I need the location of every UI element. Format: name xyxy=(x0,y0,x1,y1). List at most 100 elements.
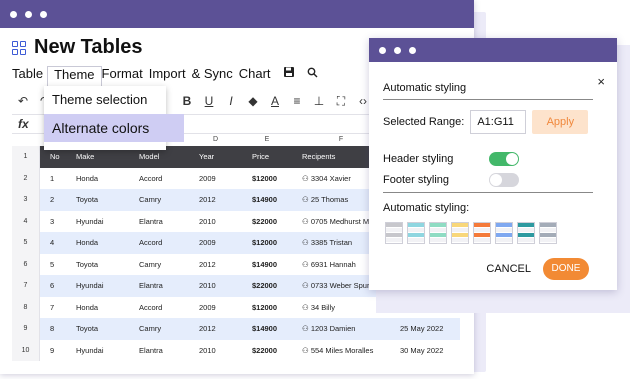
header-cell[interactable]: No xyxy=(40,152,66,161)
footer-styling-toggle[interactable] xyxy=(489,173,519,187)
close-icon[interactable]: × xyxy=(597,74,605,89)
fill-color-icon[interactable]: ◆ xyxy=(242,94,264,108)
menu-import[interactable]: Import xyxy=(149,66,192,86)
table-cell[interactable]: 2010 xyxy=(189,346,242,355)
style-swatch[interactable] xyxy=(429,222,447,244)
table-cell[interactable]: 8 xyxy=(40,324,66,333)
table-cell[interactable]: $22000 xyxy=(242,281,292,290)
table-cell[interactable]: 2010 xyxy=(189,281,242,290)
apply-button[interactable]: Apply xyxy=(532,110,589,134)
style-swatch[interactable] xyxy=(495,222,513,244)
search-icon[interactable] xyxy=(301,66,324,86)
table-cell[interactable]: Honda xyxy=(66,238,129,247)
automatic-styling-dialog: × Automatic styling Selected Range: A1:G… xyxy=(369,38,617,290)
row-number[interactable]: 8 xyxy=(12,296,40,318)
menu-theme[interactable]: Theme xyxy=(47,66,102,86)
row-number[interactable]: 2 xyxy=(12,167,40,189)
align-icon[interactable]: ≡ xyxy=(286,94,308,108)
table-cell[interactable]: Hyundai xyxy=(66,217,129,226)
done-button[interactable]: DONE xyxy=(543,258,589,280)
header-cell[interactable]: Make xyxy=(66,152,129,161)
style-swatch[interactable] xyxy=(451,222,469,244)
style-swatch[interactable] xyxy=(407,222,425,244)
table-cell[interactable]: Toyota xyxy=(66,260,129,269)
table-cell[interactable]: Toyota xyxy=(66,195,129,204)
table-cell[interactable]: Accord xyxy=(129,238,189,247)
text-color-icon[interactable]: A xyxy=(264,94,286,108)
row-number[interactable]: 7 xyxy=(12,275,40,297)
table-cell[interactable]: $22000 xyxy=(242,346,292,355)
menu-chart[interactable]: Chart xyxy=(239,66,277,86)
italic-icon[interactable]: I xyxy=(220,94,242,108)
table-cell[interactable]: 7 xyxy=(40,303,66,312)
table-cell[interactable]: ⚇ 554 Miles Moralles xyxy=(292,346,390,355)
table-cell[interactable]: $12000 xyxy=(242,174,292,183)
header-cell[interactable]: Price xyxy=(242,152,292,161)
cancel-button[interactable]: CANCEL xyxy=(486,263,531,275)
style-swatch[interactable] xyxy=(385,222,403,244)
table-cell[interactable]: Toyota xyxy=(66,324,129,333)
table-cell[interactable]: 5 xyxy=(40,260,66,269)
table-cell[interactable]: 9 xyxy=(40,346,66,355)
bold-icon[interactable]: B xyxy=(176,94,198,108)
style-swatch[interactable] xyxy=(473,222,491,244)
table-cell[interactable]: $12000 xyxy=(242,238,292,247)
table-cell[interactable]: Accord xyxy=(129,303,189,312)
table-cell[interactable]: ⚇ 1203 Damien xyxy=(292,324,390,333)
table-cell[interactable]: $12000 xyxy=(242,303,292,312)
table-cell[interactable]: Camry xyxy=(129,195,189,204)
underline-icon[interactable]: U xyxy=(198,94,220,108)
table-cell[interactable]: Camry xyxy=(129,260,189,269)
table-cell[interactable]: Elantra xyxy=(129,217,189,226)
style-swatch[interactable] xyxy=(517,222,535,244)
valign-icon[interactable]: ⊥ xyxy=(308,94,330,108)
table-cell[interactable]: Honda xyxy=(66,174,129,183)
row-number[interactable]: 1 xyxy=(12,146,40,168)
table-cell[interactable]: 2 xyxy=(40,195,66,204)
menu-table[interactable]: Table xyxy=(12,66,49,86)
row-number[interactable]: 3 xyxy=(12,189,40,211)
table-cell[interactable]: 3 xyxy=(40,217,66,226)
table-cell[interactable]: $22000 xyxy=(242,217,292,226)
row-number[interactable]: 6 xyxy=(12,253,40,275)
table-cell[interactable]: 30 May 2022 xyxy=(390,346,460,355)
table-cell[interactable]: 2012 xyxy=(189,195,242,204)
option-theme-selection[interactable]: Theme selection xyxy=(44,86,166,114)
table-cell[interactable]: Hyundai xyxy=(66,281,129,290)
table-cell[interactable]: 2012 xyxy=(189,260,242,269)
row-number[interactable]: 4 xyxy=(12,210,40,232)
table-cell[interactable]: Hyundai xyxy=(66,346,129,355)
table-cell[interactable]: 1 xyxy=(40,174,66,183)
table-cell[interactable]: $14900 xyxy=(242,324,292,333)
table-cell[interactable]: 2012 xyxy=(189,324,242,333)
table-cell[interactable]: 2009 xyxy=(189,238,242,247)
table-cell[interactable]: 2009 xyxy=(189,174,242,183)
table-cell[interactable]: 2009 xyxy=(189,303,242,312)
header-cell[interactable]: Year xyxy=(189,152,242,161)
table-cell[interactable]: 2010 xyxy=(189,217,242,226)
option-alternate-colors[interactable]: Alternate colors xyxy=(44,114,184,142)
menu-format[interactable]: Format xyxy=(102,66,149,86)
table-cell[interactable]: $14900 xyxy=(242,260,292,269)
row-number[interactable]: 5 xyxy=(12,232,40,254)
table-cell[interactable]: Elantra xyxy=(129,346,189,355)
recipient-text: 25 Thomas xyxy=(310,195,349,205)
table-cell[interactable]: Accord xyxy=(129,174,189,183)
range-input[interactable]: A1:G11 xyxy=(470,110,527,134)
table-cell[interactable]: Camry xyxy=(129,324,189,333)
table-cell[interactable]: $14900 xyxy=(242,195,292,204)
style-swatch[interactable] xyxy=(539,222,557,244)
table-cell[interactable]: 6 xyxy=(40,281,66,290)
row-number[interactable]: 9 xyxy=(12,318,40,340)
undo-icon[interactable]: ↶ xyxy=(12,94,34,108)
resize-icon[interactable]: ⛶ xyxy=(330,94,352,109)
header-cell[interactable]: Model xyxy=(129,152,189,161)
header-styling-toggle[interactable] xyxy=(489,152,519,166)
save-icon[interactable] xyxy=(277,66,301,86)
menu-sync[interactable]: & Sync xyxy=(192,66,239,86)
row-number[interactable]: 10 xyxy=(12,339,40,361)
table-cell[interactable]: 4 xyxy=(40,238,66,247)
table-cell[interactable]: 25 May 2022 xyxy=(390,324,460,333)
table-cell[interactable]: Elantra xyxy=(129,281,189,290)
table-cell[interactable]: Honda xyxy=(66,303,129,312)
